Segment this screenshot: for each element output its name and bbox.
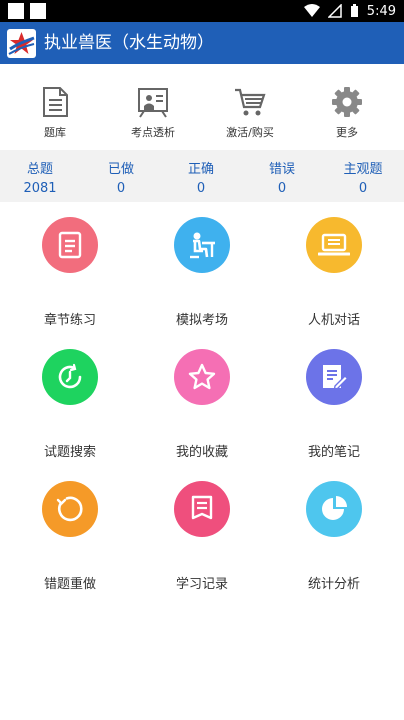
stat-value: 0 <box>196 181 206 196</box>
app-logo-icon <box>7 29 36 58</box>
tool-key-points[interactable]: 考点透析 <box>113 86 193 140</box>
stat-label: 错误 <box>268 162 295 177</box>
stat-label: 已做 <box>107 162 134 177</box>
stat-label: 主观题 <box>343 162 383 177</box>
battery-icon <box>350 4 358 17</box>
feature-label: 章节练习 <box>43 313 96 328</box>
feature-circle <box>42 217 98 273</box>
feature-label: 我的收藏 <box>175 445 228 460</box>
stat-value: 0 <box>116 181 126 196</box>
tool-question-bank[interactable]: 题库 <box>15 86 95 140</box>
feature-circle <box>306 481 362 537</box>
feature-question-search[interactable]: 试题搜索 <box>15 349 125 460</box>
stat-correct: 正确 0 <box>166 158 236 196</box>
star-icon <box>188 363 216 390</box>
clock-search-icon <box>58 363 82 389</box>
pie-chart-icon <box>322 496 347 520</box>
feature-label: 错题重做 <box>43 577 96 592</box>
stat-label: 正确 <box>187 162 214 177</box>
tool-label: 题库 <box>44 126 66 139</box>
feature-circle <box>174 217 230 273</box>
feature-man-machine-dialog[interactable]: 人机对话 <box>279 217 389 328</box>
feature-circle <box>42 481 98 537</box>
stat-total: 总题 2081 <box>5 158 75 196</box>
exam-desk-icon <box>190 232 215 259</box>
tool-label: 考点透析 <box>131 126 175 139</box>
tool-more[interactable]: 更多 <box>307 86 387 140</box>
feature-circle <box>174 349 230 405</box>
feature-label: 学习记录 <box>175 577 228 592</box>
app-bar: 执业兽医（水生动物） <box>0 22 404 64</box>
stat-done: 已做 0 <box>86 158 156 196</box>
feature-statistics[interactable]: 统计分析 <box>279 481 389 592</box>
wifi-icon <box>303 4 320 17</box>
feature-my-notes[interactable]: 我的笔记 <box>279 349 389 460</box>
feature-circle <box>174 481 230 537</box>
note-edit-icon <box>323 365 349 390</box>
document-icon <box>43 87 68 117</box>
notification-icon <box>8 3 24 19</box>
stat-value: 0 <box>277 181 287 196</box>
feature-mock-exam[interactable]: 模拟考场 <box>147 217 257 328</box>
feature-my-favorites[interactable]: 我的收藏 <box>147 349 257 460</box>
whiteboard-icon <box>138 88 168 118</box>
stats-bar: 总题 2081 已做 0 正确 0 错误 0 主观题 0 <box>0 150 404 202</box>
feature-study-record[interactable]: 学习记录 <box>147 481 257 592</box>
status-time: 5:49 <box>366 3 396 19</box>
feature-circle <box>306 349 362 405</box>
feature-label: 统计分析 <box>307 577 360 592</box>
record-icon <box>191 495 213 520</box>
cart-icon <box>235 88 266 116</box>
laptop-icon <box>318 233 350 256</box>
stat-value: 0 <box>358 181 368 196</box>
feature-label: 试题搜索 <box>43 445 96 460</box>
redo-icon <box>56 496 83 522</box>
feature-circle <box>42 349 98 405</box>
tool-label: 更多 <box>336 126 358 139</box>
signal-icon <box>327 4 342 18</box>
feature-redo-wrong[interactable]: 错题重做 <box>15 481 125 592</box>
stat-subjective: 主观题 0 <box>328 158 398 196</box>
app-title: 执业兽医（水生动物） <box>44 33 214 53</box>
feature-label: 我的笔记 <box>307 445 360 460</box>
tool-activate-buy[interactable]: 激活/购买 <box>210 86 290 140</box>
gear-icon <box>332 87 362 117</box>
tool-label: 激活/购买 <box>226 126 274 139</box>
feature-label: 人机对话 <box>307 313 360 328</box>
notification-icon <box>30 3 46 19</box>
feature-circle <box>306 217 362 273</box>
toolbar: 题库 考点透析 激活/购买 更多 <box>0 64 404 148</box>
stat-wrong: 错误 0 <box>247 158 317 196</box>
notebook-icon <box>58 231 82 259</box>
feature-chapter-practice[interactable]: 章节练习 <box>15 217 125 328</box>
status-bar: 5:49 <box>0 0 404 22</box>
stat-value: 2081 <box>23 181 57 196</box>
stat-label: 总题 <box>26 162 53 177</box>
feature-label: 模拟考场 <box>175 313 228 328</box>
